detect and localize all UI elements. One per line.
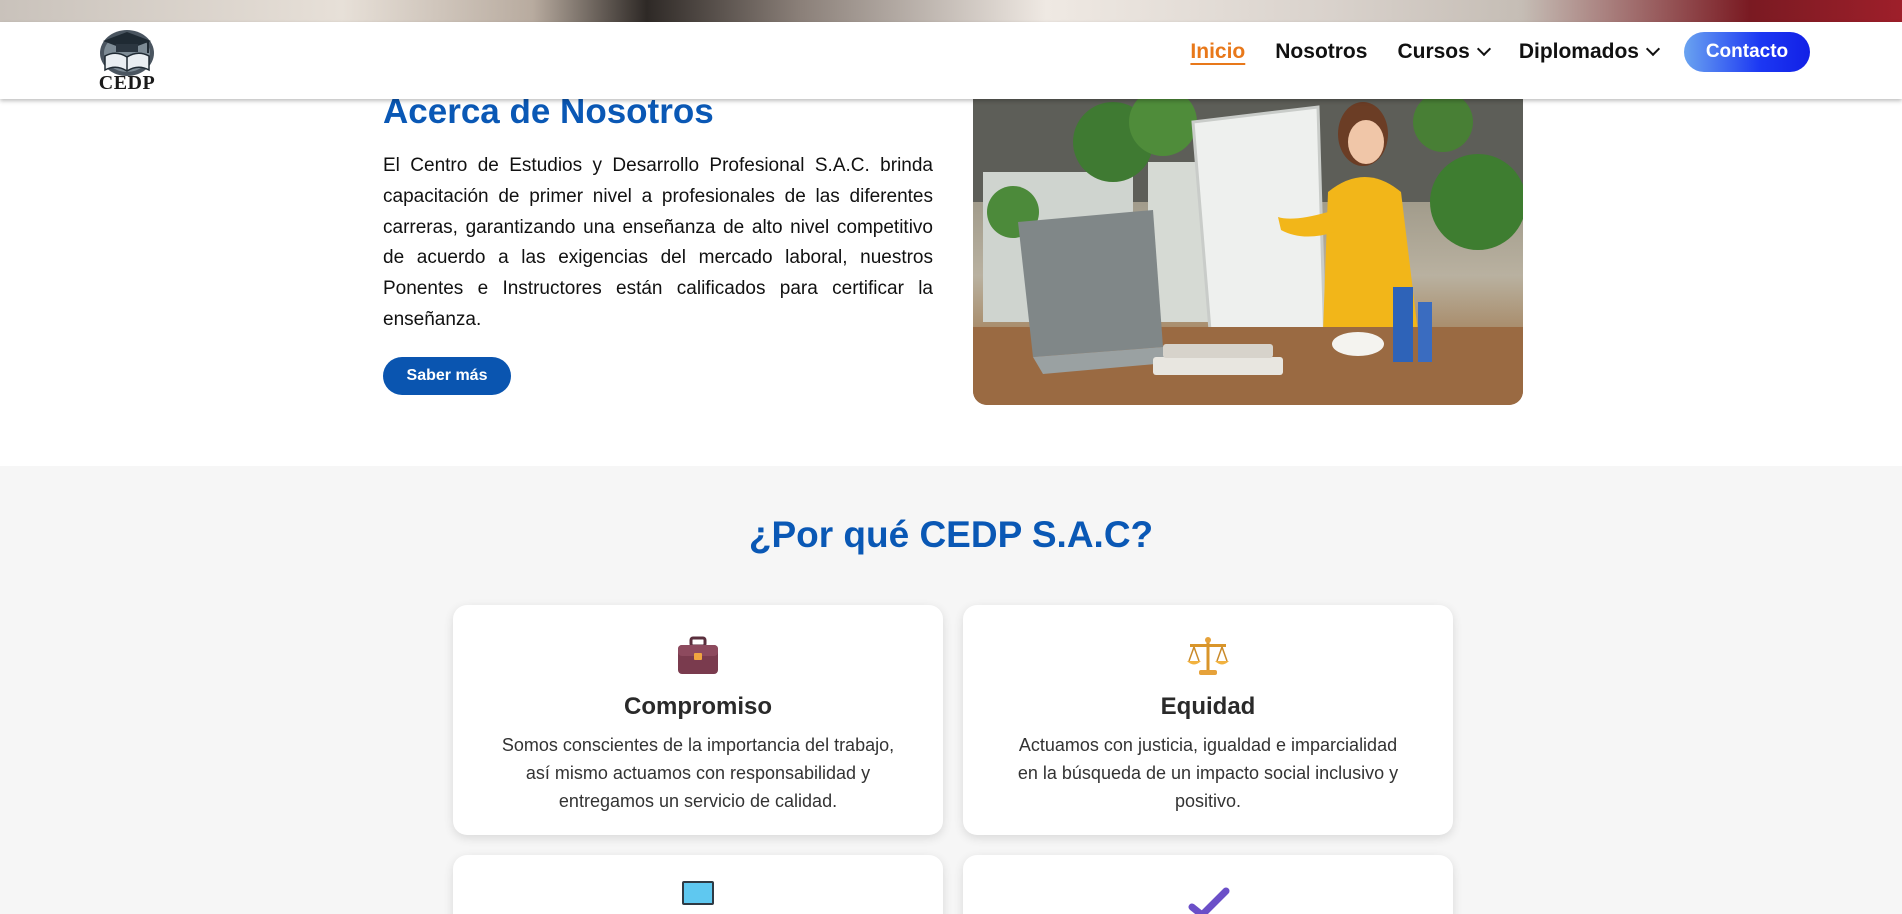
nav-diplomados-label: Diplomados bbox=[1518, 40, 1639, 63]
nav-diplomados[interactable]: Diplomados bbox=[1518, 40, 1661, 64]
logo-text: CEDP bbox=[98, 72, 156, 94]
navbar: CEDP Inicio Nosotros Cursos Diplomados C… bbox=[0, 22, 1902, 99]
why-title: ¿Por qué CEDP S.A.C? bbox=[748, 514, 1154, 555]
nav-cursos-label: Cursos bbox=[1397, 40, 1470, 63]
about-photo bbox=[973, 82, 1523, 405]
laptop-icon bbox=[682, 881, 714, 905]
main-nav: Inicio Nosotros Cursos Diplomados Contac… bbox=[1190, 32, 1810, 72]
card-text: Actuamos con justicia, igualdad e imparc… bbox=[1017, 735, 1399, 811]
nav-inicio[interactable]: Inicio bbox=[1190, 40, 1245, 64]
balance-scale-icon bbox=[1187, 637, 1229, 675]
chevron-down-icon bbox=[1476, 41, 1491, 57]
card-third bbox=[453, 855, 943, 914]
nav-cursos[interactable]: Cursos bbox=[1397, 40, 1491, 64]
cedp-logo[interactable]: CEDP bbox=[94, 26, 160, 94]
card-title: Compromiso bbox=[623, 693, 772, 720]
why-section: ¿Por qué CEDP S.A.C? Compromiso Somos co… bbox=[0, 466, 1902, 914]
card-title: Equidad bbox=[1160, 693, 1256, 720]
check-mark-icon bbox=[1188, 887, 1230, 914]
card-compromiso: Compromiso Somos conscientes de la impor… bbox=[453, 605, 943, 835]
contact-button[interactable]: Contacto bbox=[1684, 32, 1810, 72]
learn-more-button[interactable]: Saber más bbox=[383, 357, 511, 395]
graduation-cap-book-icon bbox=[100, 30, 154, 76]
nav-nosotros[interactable]: Nosotros bbox=[1275, 40, 1367, 64]
card-fourth bbox=[963, 855, 1453, 914]
card-text: Somos conscientes de la importancia del … bbox=[501, 735, 895, 811]
chevron-down-icon bbox=[1645, 41, 1661, 57]
card-equidad: Equidad Actuamos con justicia, igualdad … bbox=[963, 605, 1453, 835]
hero-banner-strip bbox=[0, 0, 1902, 24]
about-description: El Centro de Estudios y Desarrollo Profe… bbox=[383, 155, 933, 330]
briefcase-icon bbox=[678, 636, 718, 674]
